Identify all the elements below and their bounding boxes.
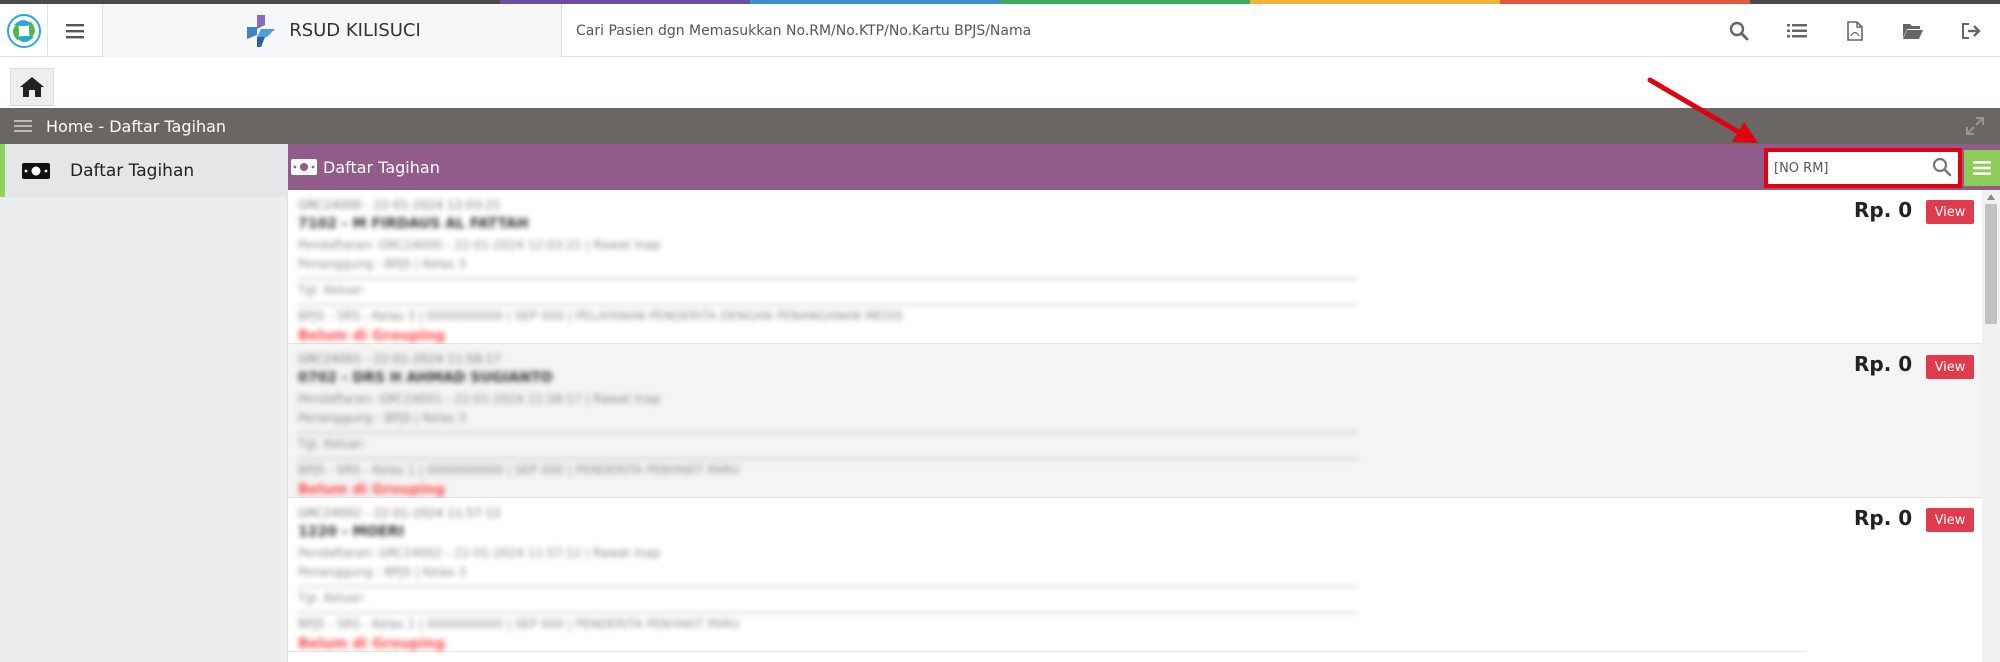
folder-open-icon — [1903, 23, 1923, 39]
fullscreen-button[interactable] — [1966, 117, 1984, 139]
bill-amount-column — [1806, 190, 1982, 662]
rm-search-button[interactable] — [1932, 157, 1952, 181]
logout-button[interactable] — [1942, 4, 2000, 57]
breadcrumb-menu-button[interactable] — [14, 119, 32, 133]
money-icon — [291, 159, 317, 175]
expand-icon — [1966, 117, 1984, 135]
hospital-name: RSUD KILISUCI — [289, 20, 421, 41]
hamburger-icon — [1973, 161, 1991, 175]
view-button[interactable]: View — [1926, 355, 1974, 379]
bill-details: GRC24000 - 22-01-2024 12:03:21 7102 - M … — [298, 198, 1598, 348]
home-button[interactable] — [10, 68, 54, 106]
search-icon — [1932, 157, 1952, 177]
menu-toggle-button[interactable] — [48, 4, 103, 57]
hospital-logo-icon — [247, 14, 276, 47]
app-logo-icon — [6, 13, 41, 48]
hamburger-icon — [66, 23, 84, 38]
money-icon — [22, 162, 50, 180]
bill-details: GRC24001 - 22-01-2024 11:58:17 0702 - DR… — [298, 352, 1598, 502]
list-item: GRC24001 - 22-01-2024 11:58:17 0702 - DR… — [288, 344, 1982, 498]
search-icon — [1729, 21, 1749, 40]
patient-search-text[interactable]: Cari Pasien dgn Memasukkan No.RM/No.KTP/… — [576, 23, 1031, 39]
sidebar-item-label: Daftar Tagihan — [70, 160, 195, 181]
top-toolbar — [1710, 4, 2000, 57]
hamburger-icon — [14, 120, 32, 132]
app-logo[interactable] — [0, 4, 48, 57]
list-item: GRC24002 - 22-01-2024 11:57:12 1220 - MO… — [288, 498, 1982, 652]
logout-icon — [1962, 22, 1981, 39]
list-icon — [1787, 23, 1807, 37]
list-item: GRC24000 - 22-01-2024 12:03:21 7102 - M … — [288, 190, 1982, 344]
search-button[interactable] — [1710, 4, 1768, 57]
view-button[interactable]: View — [1926, 200, 1974, 224]
options-menu-button[interactable] — [1964, 150, 2000, 186]
view-button[interactable]: View — [1926, 508, 1974, 532]
rm-search-box — [1764, 148, 1962, 188]
panel-header: Daftar Tagihan — [288, 144, 2000, 190]
home-icon — [20, 77, 44, 97]
scroll-thumb[interactable] — [1985, 204, 1997, 324]
bill-details: GRC24002 - 22-01-2024 11:57:12 1220 - MO… — [298, 506, 1598, 656]
sidebar-item-daftar-tagihan[interactable]: Daftar Tagihan — [0, 144, 288, 197]
main-content: Daftar Tagihan GRC24000 - 22-01-2024 12:… — [288, 144, 2000, 662]
home-bar — [0, 58, 2000, 108]
panel-title: Daftar Tagihan — [323, 157, 440, 177]
brand[interactable]: RSUD KILISUCI — [103, 4, 562, 57]
scrollbar[interactable] — [1982, 190, 2000, 662]
scroll-up-arrow[interactable] — [1987, 194, 1995, 200]
sidebar: Daftar Tagihan — [0, 144, 288, 662]
breadcrumb: Home - Daftar Tagihan — [46, 116, 227, 136]
list-button[interactable] — [1768, 4, 1826, 57]
top-bar: RSUD KILISUCI Cari Pasien dgn Memasukkan… — [0, 4, 2000, 57]
rm-search-input[interactable] — [1774, 157, 1924, 179]
breadcrumb-bar: Home - Daftar Tagihan — [0, 108, 2000, 144]
pdf-button[interactable] — [1826, 4, 1884, 57]
bill-list: GRC24000 - 22-01-2024 12:03:21 7102 - M … — [288, 190, 1982, 662]
pdf-file-icon — [1847, 20, 1863, 41]
patient-search-bar[interactable]: Cari Pasien dgn Memasukkan No.RM/No.KTP/… — [562, 4, 1662, 57]
folder-button[interactable] — [1884, 4, 1942, 57]
